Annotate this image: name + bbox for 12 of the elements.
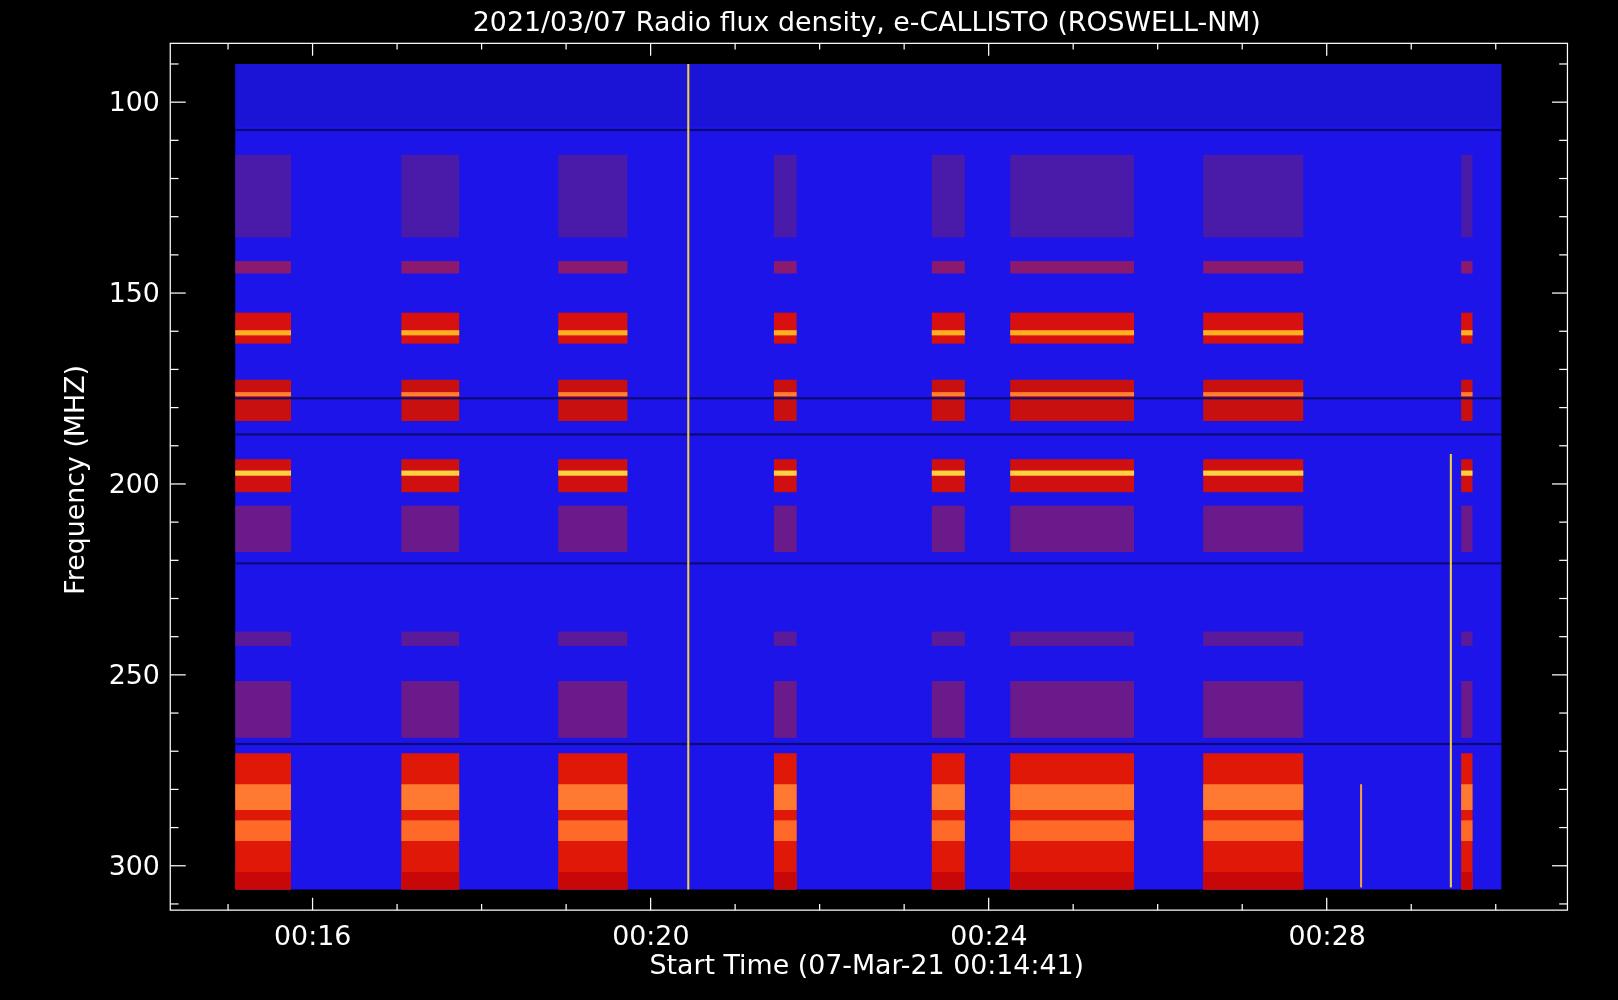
tick-label: 200 [108,468,160,500]
tick-label: 00:24 [950,920,1028,952]
tick-label: 250 [108,659,160,691]
axis-label: Start Time (07-Mar-21 00:14:41) [649,949,1085,981]
tick-label: 00:16 [274,920,352,952]
tick-label: 00:28 [1288,920,1366,952]
plot-title: 2021/03/07 Radio flux density, e-CALLISTO (ROSWELL-NM) [472,5,1261,37]
tick-label: 100 [108,86,160,118]
tick-label: 150 [108,277,160,309]
tick-label: 300 [108,850,160,882]
tick-label: 00:20 [612,920,690,952]
axis-label: Frequency (MHZ) [58,365,90,595]
